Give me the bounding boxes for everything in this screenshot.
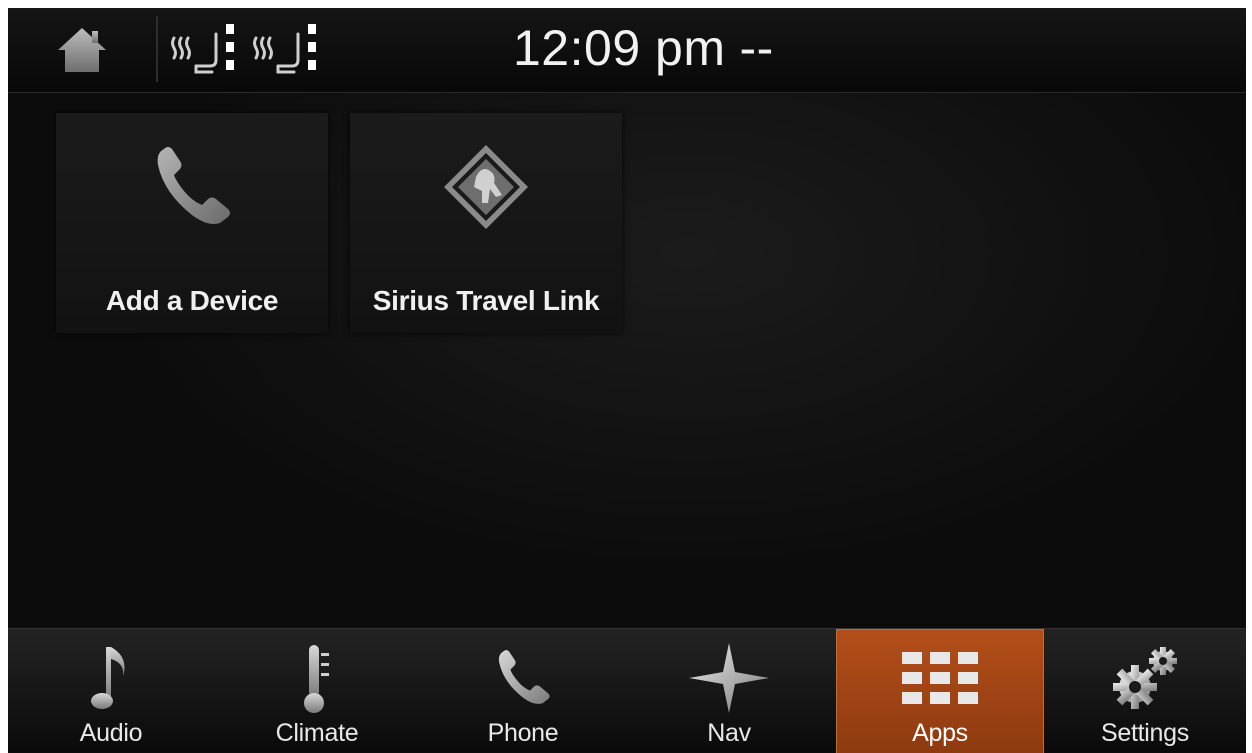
thermometer-icon — [304, 645, 329, 713]
nav-settings[interactable]: Settings — [1044, 629, 1246, 753]
driver-seat-heat-button[interactable] — [166, 16, 246, 86]
home-icon — [58, 28, 106, 72]
nav-nav[interactable]: Nav — [626, 629, 832, 753]
seat-heat-controls — [156, 16, 336, 86]
nav-label: Settings — [1101, 719, 1189, 747]
nav-phone[interactable]: Phone — [420, 629, 626, 753]
nav-label: Phone — [487, 719, 559, 747]
app-label: Sirius Travel Link — [372, 285, 600, 316]
apps-grid-icon — [902, 652, 978, 704]
music-note-icon — [91, 647, 125, 709]
app-tile-add-device[interactable]: Add a Device — [56, 113, 328, 333]
nav-label: Audio — [79, 719, 143, 747]
clock-suffix: -- — [739, 20, 774, 76]
clock: 12:09 pm -- — [513, 20, 788, 76]
phone-icon — [157, 147, 230, 224]
phone-icon — [498, 650, 550, 704]
infotainment-screen: 12:09 pm -- Add a Device Sirius Travel L… — [8, 8, 1246, 753]
passenger-seat-heat-button[interactable] — [248, 16, 328, 86]
status-bar: 12:09 pm -- — [8, 8, 1246, 93]
sirius-travel-link-icon — [444, 145, 528, 229]
app-tile-sirius-travel-link[interactable]: Sirius Travel Link — [350, 113, 622, 333]
clock-time: 12:09 pm — [513, 20, 726, 76]
nav-audio[interactable]: Audio — [8, 629, 214, 753]
compass-star-icon — [689, 643, 769, 713]
gears-icon — [1113, 647, 1177, 709]
apps-panel: Add a Device Sirius Travel Link — [8, 93, 1246, 628]
bottom-nav: Audio Climate Phone Nav Apps Settings — [8, 628, 1246, 753]
app-label: Add a Device — [105, 285, 279, 316]
nav-label: Apps — [912, 719, 968, 747]
driver-seat-heat-icon — [171, 24, 234, 74]
nav-label: Nav — [707, 719, 751, 747]
passenger-seat-heat-icon — [253, 24, 316, 74]
nav-label: Climate — [275, 719, 359, 747]
nav-climate[interactable]: Climate — [214, 629, 420, 753]
home-button[interactable] — [54, 22, 110, 78]
nav-apps[interactable]: Apps — [836, 629, 1044, 753]
